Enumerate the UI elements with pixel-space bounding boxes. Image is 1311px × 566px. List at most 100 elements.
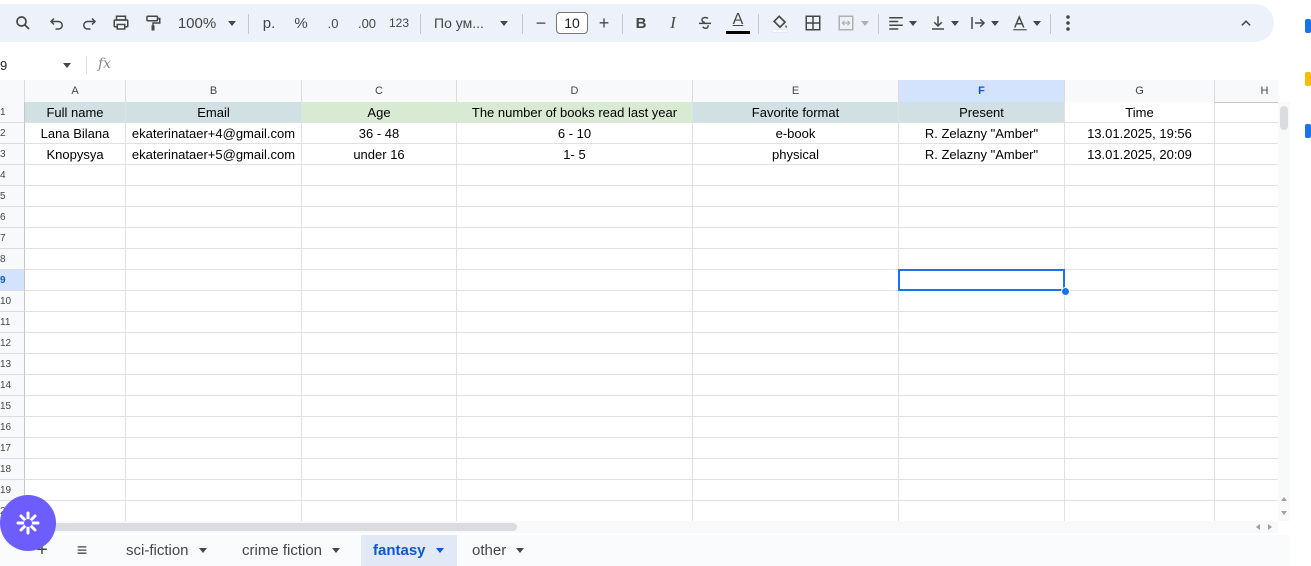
empty-cell[interactable] <box>899 396 1065 417</box>
empty-cell[interactable] <box>1215 186 1278 207</box>
empty-cell[interactable] <box>126 417 302 438</box>
formula-input[interactable] <box>120 52 1290 78</box>
empty-cell[interactable] <box>899 354 1065 375</box>
data-cell[interactable]: 13.01.2025, 19:56 <box>1065 123 1215 144</box>
vertical-scroll-thumb[interactable] <box>1280 106 1288 130</box>
horizontal-scroll-thumb[interactable] <box>25 523 517 531</box>
text-rotation-icon[interactable] <box>1008 4 1044 42</box>
data-cell[interactable]: 6 - 10 <box>457 123 693 144</box>
empty-cell[interactable] <box>693 291 899 312</box>
empty-cell[interactable] <box>457 375 693 396</box>
font-size-input[interactable]: 10 <box>556 12 588 34</box>
row-header[interactable]: 14 <box>0 375 25 396</box>
empty-cell[interactable] <box>302 165 457 186</box>
name-box[interactable]: 9 <box>0 52 84 78</box>
empty-cell[interactable] <box>899 186 1065 207</box>
empty-cell[interactable] <box>1215 102 1278 123</box>
empty-cell[interactable] <box>25 417 126 438</box>
empty-cell[interactable] <box>1065 270 1215 291</box>
header-cell[interactable]: Full name <box>25 102 126 123</box>
empty-cell[interactable] <box>126 165 302 186</box>
more-vert-icon[interactable] <box>1056 4 1080 42</box>
header-cell[interactable]: Email <box>126 102 302 123</box>
empty-cell[interactable] <box>302 207 457 228</box>
empty-cell[interactable] <box>1215 270 1278 291</box>
empty-cell[interactable] <box>1215 144 1278 165</box>
empty-cell[interactable] <box>899 291 1065 312</box>
chevron-down-icon[interactable] <box>435 548 444 553</box>
empty-cell[interactable] <box>693 438 899 459</box>
row-header[interactable]: 17 <box>0 438 25 459</box>
empty-cell[interactable] <box>25 375 126 396</box>
font-size-decrease-button[interactable]: − <box>530 4 552 42</box>
empty-cell[interactable] <box>1065 438 1215 459</box>
empty-cell[interactable] <box>899 312 1065 333</box>
empty-cell[interactable] <box>693 354 899 375</box>
row-header[interactable]: 6 <box>0 207 25 228</box>
data-cell[interactable]: e-book <box>693 123 899 144</box>
empty-cell[interactable] <box>693 501 899 521</box>
data-cell[interactable]: ekaterinataer+5@gmail.com <box>126 144 302 165</box>
empty-cell[interactable] <box>302 375 457 396</box>
header-cell[interactable]: The number of books read last year <box>457 102 693 123</box>
empty-cell[interactable] <box>302 417 457 438</box>
row-header[interactable]: 13 <box>0 354 25 375</box>
merge-cells-icon[interactable] <box>832 4 874 42</box>
header-cell[interactable]: Favorite format <box>693 102 899 123</box>
empty-cell[interactable] <box>1065 207 1215 228</box>
empty-cell[interactable] <box>126 354 302 375</box>
row-header[interactable]: 15 <box>0 396 25 417</box>
empty-cell[interactable] <box>1065 249 1215 270</box>
empty-cell[interactable] <box>25 228 126 249</box>
empty-cell[interactable] <box>302 270 457 291</box>
currency-button[interactable]: р. <box>256 4 282 42</box>
column-header-e[interactable]: E <box>693 80 899 102</box>
empty-cell[interactable] <box>693 396 899 417</box>
empty-cell[interactable] <box>693 270 899 291</box>
empty-cell[interactable] <box>899 228 1065 249</box>
header-cell[interactable]: Time <box>1065 102 1215 123</box>
empty-cell[interactable] <box>457 312 693 333</box>
scroll-left-icon[interactable] <box>1256 524 1260 530</box>
empty-cell[interactable] <box>126 396 302 417</box>
print-icon[interactable] <box>108 4 134 42</box>
keep-icon[interactable] <box>1305 72 1311 86</box>
empty-cell[interactable] <box>126 249 302 270</box>
bold-button[interactable]: B <box>628 4 654 42</box>
empty-cell[interactable] <box>1215 249 1278 270</box>
empty-cell[interactable] <box>1215 459 1278 480</box>
data-cell[interactable]: 36 - 48 <box>302 123 457 144</box>
empty-cell[interactable] <box>1215 333 1278 354</box>
empty-cell[interactable] <box>693 480 899 501</box>
row-header[interactable]: 7 <box>0 228 25 249</box>
empty-cell[interactable] <box>25 270 126 291</box>
row-header[interactable]: 9 <box>0 270 25 291</box>
scroll-down-icon[interactable] <box>1281 511 1287 515</box>
empty-cell[interactable] <box>302 186 457 207</box>
empty-cell[interactable] <box>1065 312 1215 333</box>
row-header[interactable]: 4 <box>0 165 25 186</box>
empty-cell[interactable] <box>1215 438 1278 459</box>
search-icon[interactable] <box>10 4 36 42</box>
text-color-button[interactable]: A <box>724 4 752 42</box>
empty-cell[interactable] <box>457 165 693 186</box>
empty-cell[interactable] <box>457 501 693 521</box>
empty-cell[interactable] <box>457 333 693 354</box>
empty-cell[interactable] <box>1065 165 1215 186</box>
empty-cell[interactable] <box>1215 375 1278 396</box>
redo-icon[interactable] <box>76 4 102 42</box>
empty-cell[interactable] <box>899 165 1065 186</box>
empty-cell[interactable] <box>126 459 302 480</box>
empty-cell[interactable] <box>302 249 457 270</box>
empty-cell[interactable] <box>126 312 302 333</box>
empty-cell[interactable] <box>899 501 1065 521</box>
empty-cell[interactable] <box>1065 459 1215 480</box>
scroll-up-icon[interactable] <box>1281 497 1287 501</box>
empty-cell[interactable] <box>899 480 1065 501</box>
empty-cell[interactable] <box>25 186 126 207</box>
empty-cell[interactable] <box>1065 396 1215 417</box>
empty-cell[interactable] <box>126 480 302 501</box>
column-header-h[interactable]: H <box>1215 80 1278 102</box>
empty-cell[interactable] <box>457 270 693 291</box>
valign-bottom-icon[interactable] <box>926 4 962 42</box>
